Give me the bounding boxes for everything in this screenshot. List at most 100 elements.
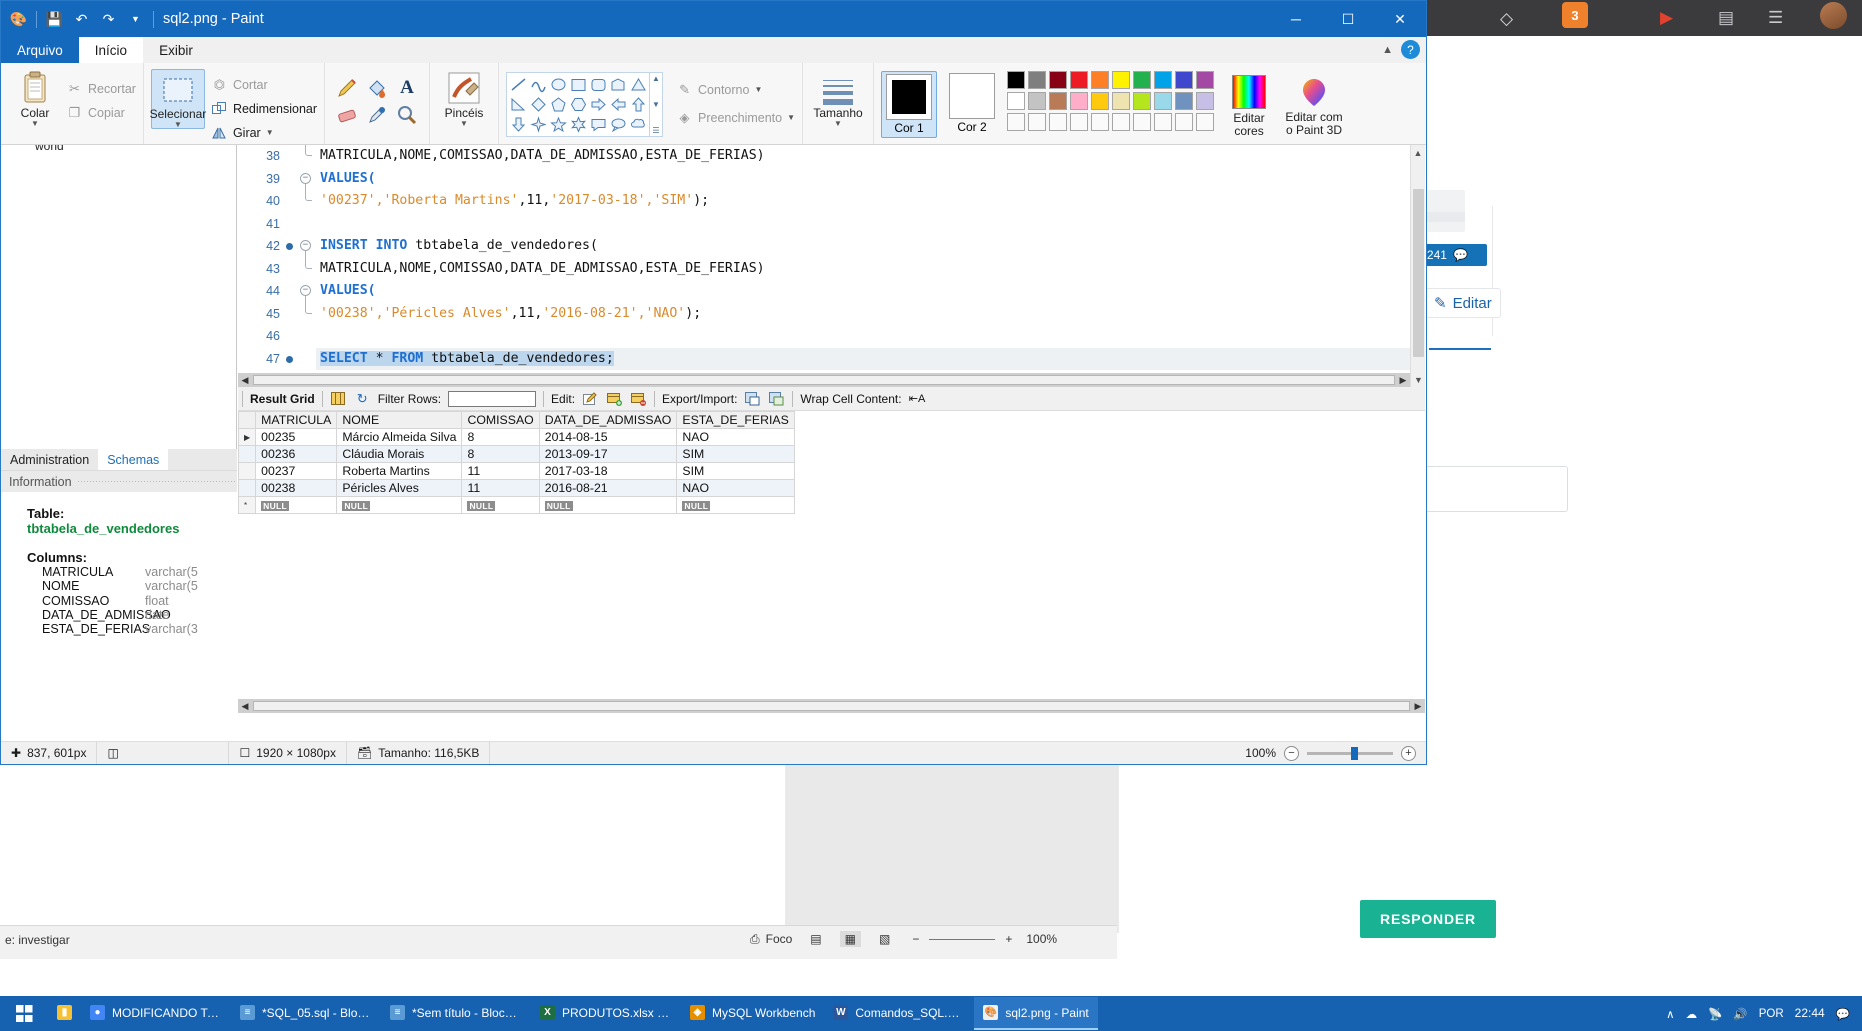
resize-button[interactable]: Redimensionar [211, 98, 317, 119]
rotate-button[interactable]: Girar ▼ [211, 122, 317, 143]
notification-badge[interactable]: 3 [1562, 2, 1588, 28]
table-cell[interactable]: Roberta Martins [336, 462, 463, 480]
table-cell[interactable]: NULL [676, 496, 795, 514]
color-swatch[interactable] [1112, 71, 1131, 89]
table-cell[interactable]: 2013-09-17 [538, 445, 678, 463]
scroll-right-icon[interactable]: ▶ [1411, 699, 1425, 713]
crop-button[interactable]: ⏣ Cortar [211, 74, 317, 95]
brushes-button[interactable]: Pincéis ▼ [437, 69, 491, 128]
arrow-right-shape[interactable] [588, 94, 608, 114]
table-row[interactable]: * NULL NULL NULL NULL NULL [237, 496, 795, 514]
code-line[interactable]: 46 [238, 325, 1425, 348]
size-button[interactable]: Tamanho ▼ [810, 69, 866, 128]
breakpoint-marker[interactable] [286, 243, 293, 250]
taskbar-item[interactable]: ≡ *SQL_05.sql - Bloco d... [231, 997, 381, 1030]
table-cell[interactable]: 2016-08-21 [538, 479, 678, 497]
redo-icon[interactable]: ↷ [99, 10, 118, 29]
fill-bucket-icon[interactable] [362, 74, 392, 101]
chevron-down-icon[interactable]: ▼ [787, 113, 795, 121]
fill-button[interactable]: ◈ Preenchimento ▼ [676, 107, 796, 128]
row-marker[interactable]: ▶ [237, 428, 257, 446]
five-point-star-shape[interactable] [548, 114, 568, 134]
shapes-gallery[interactable] [506, 72, 651, 137]
table-cell[interactable]: 11 [461, 479, 540, 497]
polygon-shape[interactable] [608, 74, 628, 94]
table-cell[interactable]: 11 [461, 462, 540, 480]
notification-icon[interactable]: 💬 [1836, 1007, 1850, 1021]
zoom-slider-thumb[interactable] [1351, 746, 1358, 760]
column-header[interactable]: MATRICULA [255, 411, 338, 429]
paint3d-button[interactable]: Editar com o Paint 3D [1282, 71, 1346, 137]
color-palette[interactable] [1007, 71, 1216, 133]
editor-vertical-scrollbar[interactable]: ▲ ▼ [1410, 145, 1425, 387]
oval-shape[interactable] [548, 74, 568, 94]
table-cell[interactable]: NULL [336, 496, 463, 514]
rounded-callout-shape[interactable] [588, 114, 608, 134]
taskbar-item[interactable]: W Comandos_SQL.docx... [824, 997, 974, 1030]
four-point-star-shape[interactable] [528, 114, 548, 134]
focus-label[interactable]: Foco [766, 932, 793, 946]
grid-view-icon[interactable] [330, 391, 347, 407]
zoom-slider[interactable] [1307, 746, 1393, 760]
color-swatch-empty[interactable] [1196, 113, 1215, 131]
table-row[interactable]: 00238 Péricles Alves 11 2016-08-21 NAO [237, 479, 795, 497]
scroll-up-icon[interactable]: ▲ [1411, 145, 1425, 160]
color2-button[interactable]: Cor 2 [945, 71, 999, 136]
column-header[interactable]: NOME [336, 411, 463, 429]
table-cell[interactable]: Cláudia Morais [336, 445, 463, 463]
taskbar-item[interactable]: X PRODUTOS.xlsx - Excel [531, 997, 681, 1030]
magnifier-icon[interactable] [392, 101, 422, 128]
breakpoint-marker[interactable] [286, 355, 293, 363]
color-swatch[interactable] [1112, 92, 1131, 110]
expand-gallery-icon[interactable]: ☰ [652, 126, 659, 135]
hexagon-shape[interactable] [568, 94, 588, 114]
six-point-star-shape[interactable] [568, 114, 588, 134]
save-icon[interactable]: 💾 [45, 10, 64, 29]
paint-canvas[interactable]: world Administration Schemas Information… [1, 145, 1426, 741]
code-line[interactable]: 39 − VALUES( [238, 168, 1425, 191]
chevron-down-icon[interactable]: ▼ [174, 121, 182, 129]
code-line[interactable]: 42 − INSERT INTO tbtabela_de_vendedores( [238, 235, 1425, 258]
diamond-shape[interactable] [528, 94, 548, 114]
editar-button[interactable]: ✎ Editar [1425, 288, 1501, 318]
row-marker[interactable] [237, 445, 257, 463]
table-cell[interactable]: NAO [676, 479, 795, 497]
column-header[interactable]: ESTA_DE_FERIAS [676, 411, 795, 429]
help-icon[interactable]: ? [1401, 40, 1420, 59]
focus-icon[interactable]: ⎙ [750, 932, 760, 947]
editor-horizontal-scrollbar[interactable]: ◀ ▶ [238, 373, 1410, 387]
table-cell[interactable]: SIM [676, 462, 795, 480]
filter-rows-input[interactable] [448, 390, 537, 407]
menu-icon[interactable]: ☰ [1768, 8, 1783, 28]
code-line[interactable]: 40 '00237','Roberta Martins',11,'2017-03-… [238, 190, 1425, 213]
result-grid[interactable]: MATRICULA NOME COMISSAO DATA_DE_ADMISSAO EST… [237, 411, 1410, 699]
color-swatch[interactable] [1028, 92, 1047, 110]
scroll-right-icon[interactable]: ▶ [1396, 373, 1410, 387]
color-swatch-empty[interactable] [1112, 113, 1131, 131]
fold-toggle-icon[interactable]: − [300, 240, 311, 251]
zoom-in-button[interactable]: + [1401, 745, 1416, 761]
color-swatch-empty[interactable] [1007, 113, 1026, 131]
table-cell[interactable]: 2017-03-18 [538, 462, 678, 480]
table-row[interactable]: ▶ 00235 Márcio Almeida Silva 8 2014-08-15 NAO [237, 428, 795, 446]
minimize-button[interactable]: ─ [1270, 1, 1322, 37]
column-header[interactable]: DATA_DE_ADMISSAO [538, 411, 678, 429]
rounded-rectangle-shape[interactable] [588, 74, 608, 94]
avatar[interactable] [1820, 2, 1847, 29]
color-swatch[interactable] [1028, 71, 1047, 89]
color-swatch-empty[interactable] [1028, 113, 1047, 131]
table-cell[interactable]: 2014-08-15 [538, 428, 678, 446]
table-cell[interactable]: 00237 [255, 462, 338, 480]
responder-button[interactable]: RESPONDER [1360, 900, 1496, 938]
play-icon[interactable]: ▶ [1660, 8, 1673, 28]
cloud-callout-shape[interactable] [628, 114, 648, 134]
color-swatch-empty[interactable] [1154, 113, 1173, 131]
table-cell[interactable]: 8 [461, 445, 540, 463]
line-shape[interactable] [508, 74, 528, 94]
color-swatch[interactable] [1133, 71, 1152, 89]
copy-button[interactable]: ❐ Copiar [66, 102, 136, 123]
paint-app-icon[interactable]: 🎨 [9, 10, 28, 29]
code-line[interactable]: 47 SELECT * FROM tbtabela_de_vendedores; [238, 347, 1425, 370]
insert-row-icon[interactable] [606, 391, 623, 407]
color-swatch-empty[interactable] [1091, 113, 1110, 131]
